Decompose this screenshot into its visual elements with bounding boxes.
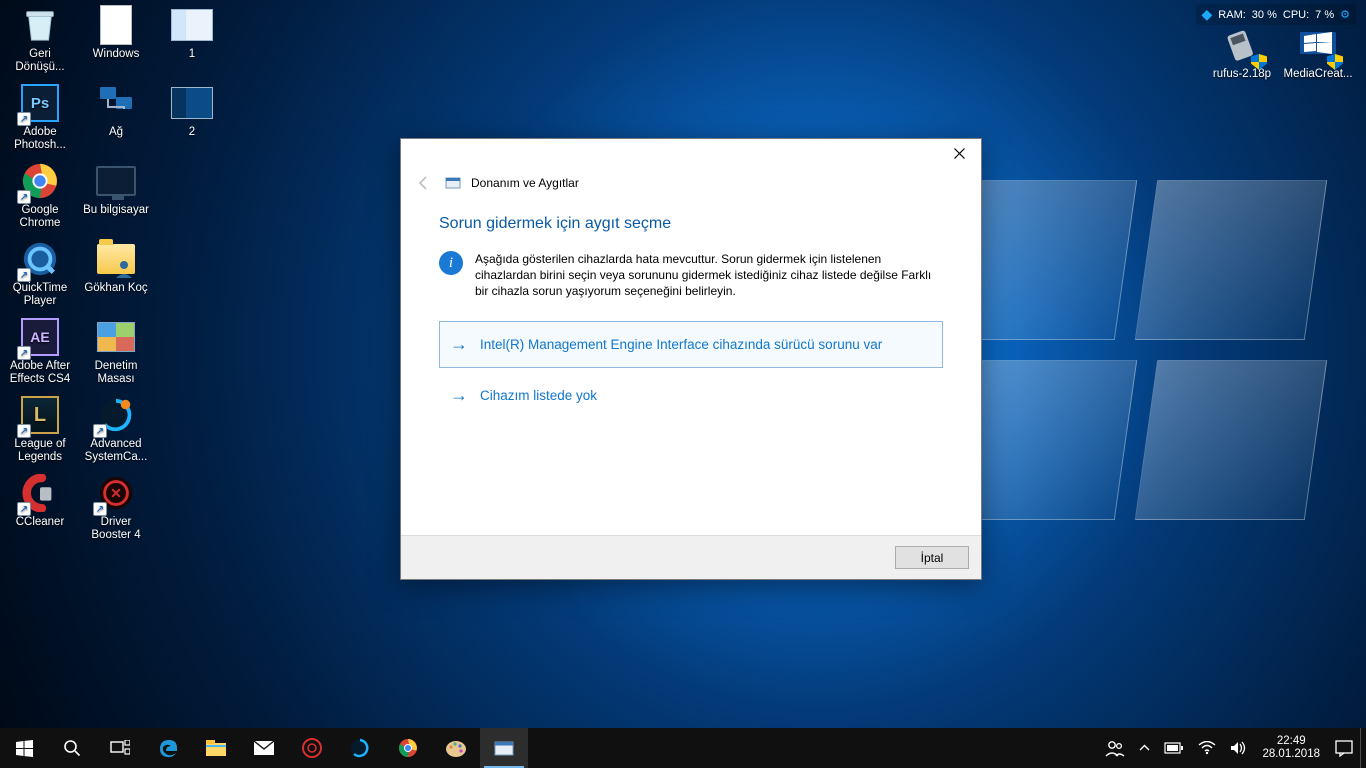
taskbar-edge[interactable] [144, 728, 192, 768]
quicktime-player-icon[interactable]: ↗ QuickTime Player [2, 236, 78, 314]
option-intel-mei[interactable]: → Intel(R) Management Engine Interface c… [439, 321, 943, 368]
dialog-body: Sorun gidermek için aygıt seçme i Aşağıd… [401, 197, 981, 535]
option-device-not-listed[interactable]: → Cihazım listede yok [439, 372, 943, 419]
taskbar-driver-booster[interactable] [288, 728, 336, 768]
taskbar: 22:49 28.01.2018 [0, 728, 1366, 768]
ram-label: RAM: [1218, 9, 1246, 21]
google-chrome-icon[interactable]: ↗ Google Chrome [2, 158, 78, 236]
troubleshooter-dialog: Donanım ve Aygıtlar Sorun gidermek için … [400, 138, 982, 580]
screenshot-1-icon[interactable]: 1 [154, 2, 230, 80]
taskbar-file-explorer[interactable] [192, 728, 240, 768]
network-icon[interactable]: Ağ [78, 80, 154, 158]
dialog-header: Donanım ve Aygıtlar [401, 169, 981, 197]
league-of-legends-icon[interactable]: L↗ League of Legends [2, 392, 78, 470]
taskbar-chrome[interactable] [384, 728, 432, 768]
recycle-bin-icon[interactable]: Geri Dönüşü... [2, 2, 78, 80]
user-folder-icon[interactable]: Gökhan Koç [78, 236, 154, 314]
icon-label: rufus-2.18p [1213, 68, 1271, 81]
ram-value: 30 % [1252, 9, 1277, 21]
system-tray: 22:49 28.01.2018 [1098, 728, 1366, 768]
icon-label: Adobe Photosh... [4, 126, 76, 152]
arrow-icon: → [450, 385, 468, 406]
ccleaner-icon[interactable]: ↗ CCleaner [2, 470, 78, 548]
windows-logo-wallpaper [956, 180, 1336, 540]
clock-time: 22:49 [1262, 735, 1320, 748]
media-creation-tool-icon[interactable]: MediaCreat... [1280, 22, 1356, 100]
cancel-button[interactable]: İptal [895, 546, 969, 569]
wizard-title: Donanım ve Aygıtlar [471, 176, 579, 190]
icon-label: Bu bilgisayar [83, 204, 149, 217]
info-text: Aşağıda gösterilen cihazlarda hata mevcu… [475, 251, 943, 299]
desktop: ◆ RAM: 30 % CPU: 7 % ⚙ Geri Dönüşü... Ps… [0, 0, 1366, 768]
taskbar-paint[interactable] [432, 728, 480, 768]
close-button[interactable] [937, 139, 981, 167]
taskbar-mail[interactable] [240, 728, 288, 768]
back-button [413, 172, 435, 194]
icon-label: 2 [189, 126, 195, 139]
icon-label: Windows [93, 48, 140, 61]
icon-label: Driver Booster 4 [80, 516, 152, 542]
clock-date: 28.01.2018 [1262, 748, 1320, 761]
adobe-after-effects-icon[interactable]: AE↗ Adobe After Effects CS4 [2, 314, 78, 392]
icon-label: CCleaner [16, 516, 65, 529]
dialog-titlebar[interactable] [401, 139, 981, 169]
arrow-icon: → [450, 334, 468, 355]
icon-label: Google Chrome [4, 204, 76, 230]
icon-label: League of Legends [4, 438, 76, 464]
desktop-icons-right: rufus-2.18p MediaCreat... [1204, 22, 1364, 100]
task-view-button[interactable] [96, 728, 144, 768]
troubleshooter-icon [445, 175, 461, 191]
monitor-settings-icon[interactable]: ⚙ [1340, 8, 1350, 21]
action-center-button[interactable] [1328, 728, 1360, 768]
icon-label: Gökhan Koç [84, 282, 147, 295]
taskbar-advanced-systemcare[interactable] [336, 728, 384, 768]
icon-label: Advanced SystemCa... [80, 438, 152, 464]
tray-wifi-icon[interactable] [1191, 728, 1223, 768]
tray-volume-icon[interactable] [1223, 728, 1254, 768]
option-label: Intel(R) Management Engine Interface cih… [480, 337, 882, 352]
option-label: Cihazım listede yok [480, 388, 597, 403]
icon-label: QuickTime Player [4, 282, 76, 308]
cpu-label: CPU: [1283, 9, 1309, 21]
tray-overflow-button[interactable] [1132, 728, 1157, 768]
driver-booster-icon[interactable]: ↗ Driver Booster 4 [78, 470, 154, 548]
tray-battery-icon[interactable] [1157, 728, 1191, 768]
icon-label: 1 [189, 48, 195, 61]
dialog-heading: Sorun gidermek için aygıt seçme [439, 215, 943, 233]
adobe-photoshop-icon[interactable]: Ps↗ Adobe Photosh... [2, 80, 78, 158]
icon-label: Adobe After Effects CS4 [4, 360, 76, 386]
cpu-value: 7 % [1315, 9, 1334, 21]
icon-label: Geri Dönüşü... [4, 48, 76, 74]
icon-label: MediaCreat... [1283, 68, 1352, 81]
dialog-footer: İptal [401, 535, 981, 579]
info-row: i Aşağıda gösterilen cihazlarda hata mev… [439, 251, 943, 299]
this-pc-icon[interactable]: Bu bilgisayar [78, 158, 154, 236]
search-button[interactable] [48, 728, 96, 768]
screenshot-2-icon[interactable]: 2 [154, 80, 230, 158]
tray-clock[interactable]: 22:49 28.01.2018 [1254, 735, 1328, 761]
advanced-systemcare-icon[interactable]: ↗ Advanced SystemCa... [78, 392, 154, 470]
people-button[interactable] [1098, 728, 1132, 768]
windows-folder-icon[interactable]: Windows [78, 2, 154, 80]
monitor-icon: ◆ [1202, 6, 1213, 23]
taskbar-troubleshooter[interactable] [480, 728, 528, 768]
start-button[interactable] [0, 728, 48, 768]
icon-label: Ağ [109, 126, 123, 139]
control-panel-icon[interactable]: Denetim Masası [78, 314, 154, 392]
rufus-icon[interactable]: rufus-2.18p [1204, 22, 1280, 100]
show-desktop-button[interactable] [1360, 728, 1366, 768]
icon-label: Denetim Masası [80, 360, 152, 386]
info-icon: i [439, 251, 463, 275]
